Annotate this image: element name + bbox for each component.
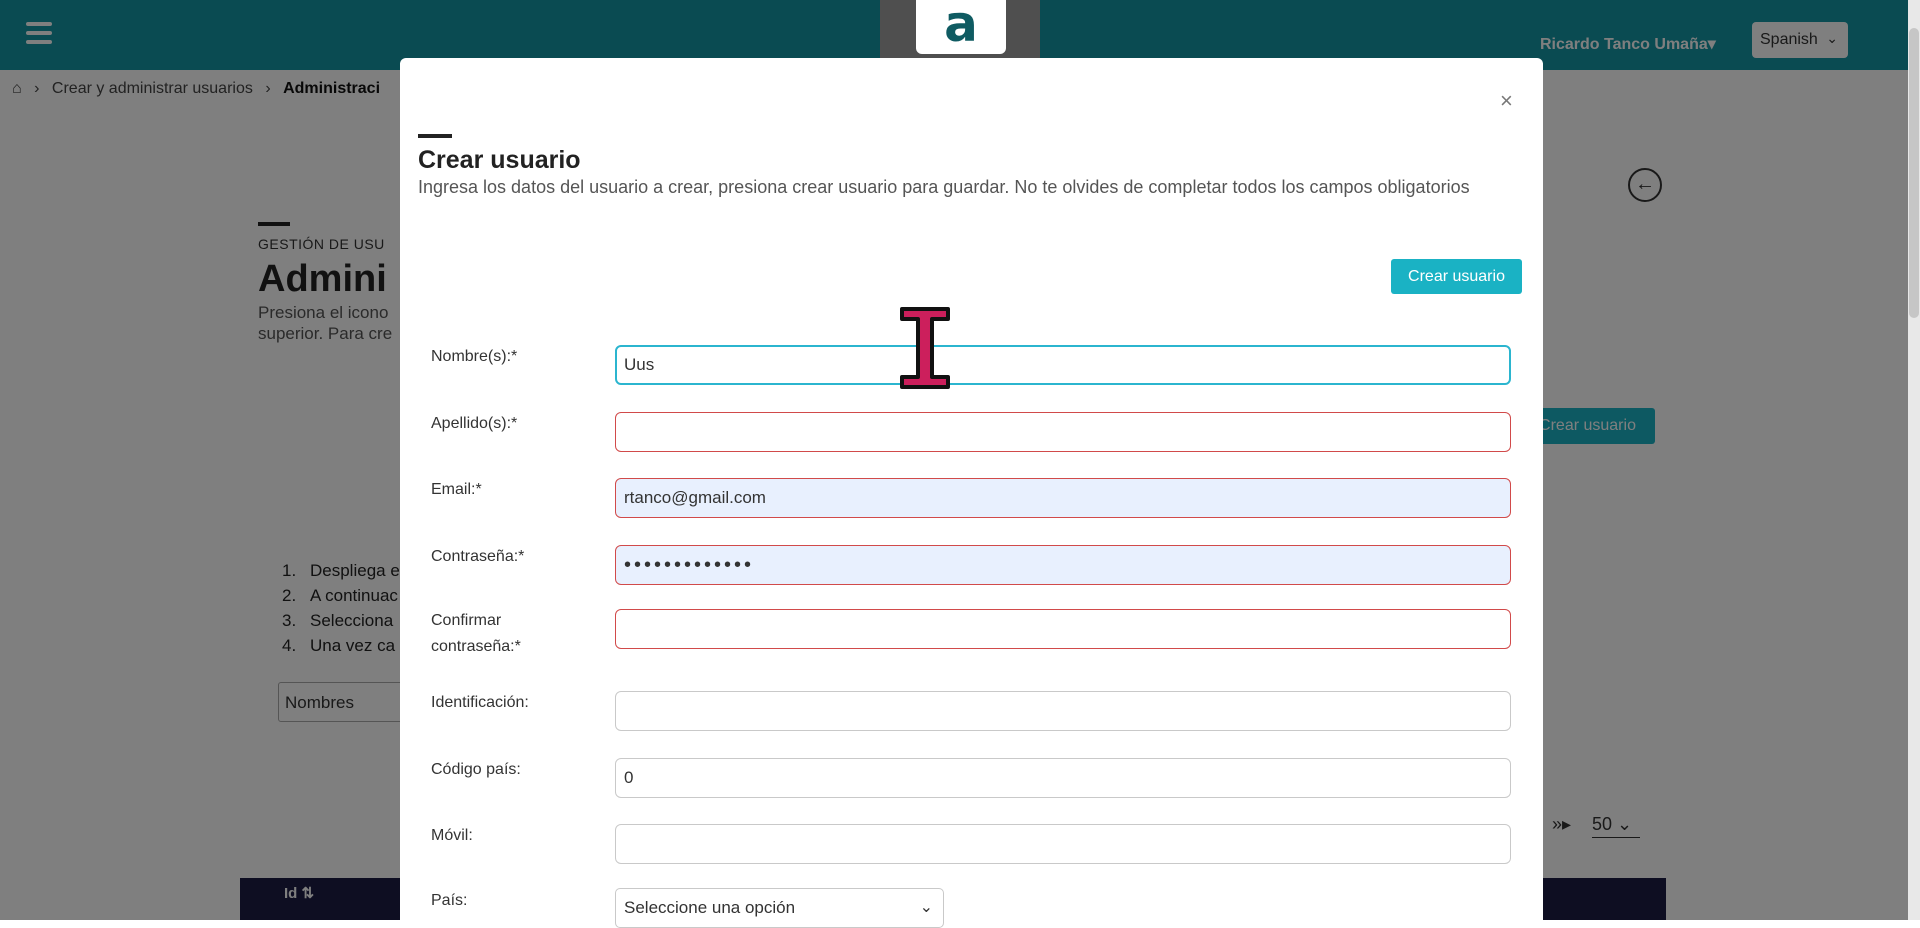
create-user-submit-button[interactable]: Crear usuario: [1391, 259, 1522, 294]
country-select[interactable]: Seleccione una opción ⌄: [615, 888, 944, 928]
modal-title: Crear usuario: [418, 146, 581, 174]
email-input[interactable]: [615, 478, 1511, 518]
logo-letter: a: [944, 0, 978, 53]
country-code-input[interactable]: [615, 758, 1511, 798]
confirm-password-label-line: Confirmar: [431, 612, 502, 629]
country-code-label: Código país:: [431, 761, 521, 778]
confirm-password-label-line: contraseña:*: [431, 638, 521, 655]
chevron-down-icon: ⌄: [919, 899, 933, 916]
first-name-label: Nombre(s):*: [431, 348, 518, 365]
text-cursor-icon: [900, 307, 950, 389]
modal-description: Ingresa los datos del usuario a crear, p…: [418, 177, 1470, 197]
scrollbar-thumb[interactable]: [1909, 28, 1919, 318]
mobile-label: Móvil:: [431, 827, 473, 844]
last-name-input[interactable]: [615, 412, 1511, 452]
identification-label: Identificación:: [431, 694, 529, 711]
confirm-password-label: Confirmar contraseña:*: [431, 608, 521, 660]
password-input[interactable]: [615, 545, 1511, 585]
last-name-label: Apellido(s):*: [431, 415, 518, 432]
app-logo: a: [916, 0, 1006, 54]
identification-input[interactable]: [615, 691, 1511, 731]
first-name-input[interactable]: [615, 345, 1511, 385]
title-divider: [418, 134, 452, 138]
email-label: Email:*: [431, 481, 482, 498]
close-icon[interactable]: ×: [1500, 90, 1513, 112]
country-label: País:: [431, 892, 468, 909]
confirm-password-input[interactable]: [615, 609, 1511, 649]
country-select-value: Seleccione una opción: [624, 898, 796, 917]
mobile-input[interactable]: [615, 824, 1511, 864]
password-label: Contraseña:*: [431, 548, 525, 565]
